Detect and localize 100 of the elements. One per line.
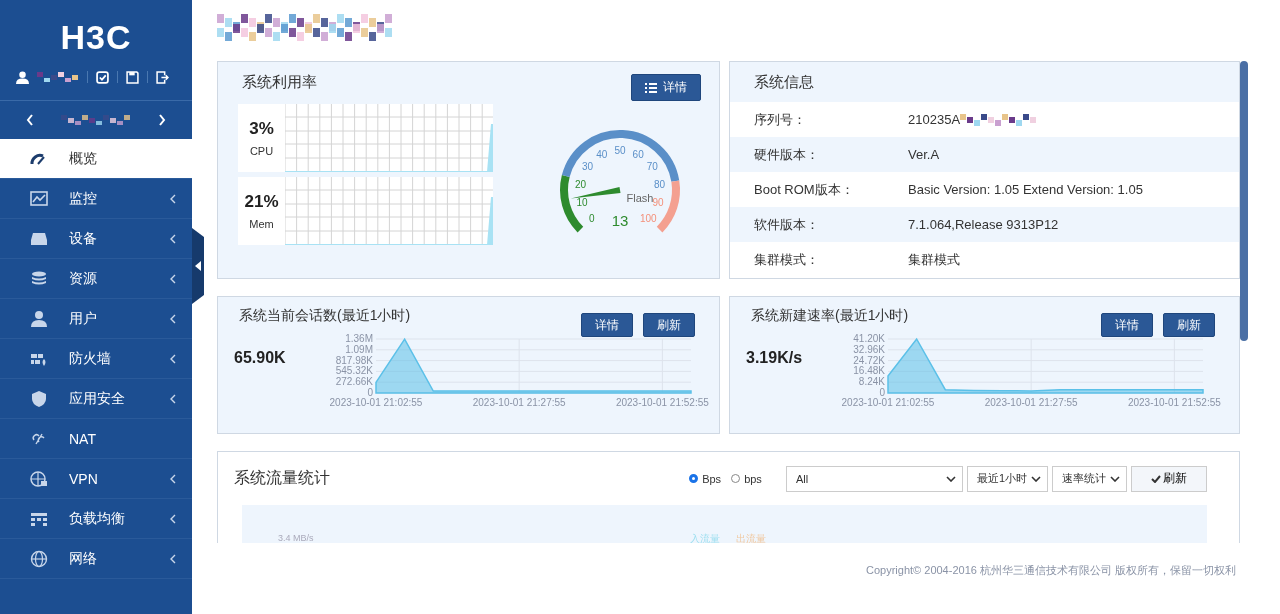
caret-icon xyxy=(1110,475,1120,482)
axis-label: 16.48K xyxy=(853,365,885,377)
nav-item[interactable]: 用户 xyxy=(0,299,192,339)
shield-icon xyxy=(30,389,48,408)
axis-label: 32.96K xyxy=(853,343,885,355)
usage-value: 3% xyxy=(249,119,274,139)
legend-item: 出流量 xyxy=(736,532,766,543)
gauge-needle xyxy=(570,187,621,199)
previous-icon[interactable] xyxy=(26,114,34,126)
panel-title: 系统流量统计 xyxy=(234,468,330,488)
info-label: 软件版本： xyxy=(754,215,820,234)
axis-label: 2023-10-01 21:27:55 xyxy=(472,397,566,408)
radio-button[interactable] xyxy=(689,474,699,483)
gauge-scale-label: 70 xyxy=(646,161,658,173)
chevron-icon xyxy=(170,313,176,324)
dropdown[interactable]: 最近1小时 xyxy=(966,465,1048,492)
info-value: Ver.A xyxy=(908,147,940,162)
axis-label: 2023-10-01 21:02:55 xyxy=(329,397,423,408)
check-icon xyxy=(1151,474,1161,483)
user-icon xyxy=(30,309,48,328)
nav-item[interactable]: 监控 xyxy=(0,179,192,219)
nav-item[interactable]: 防火墙 xyxy=(0,339,192,379)
copyright-text: Copyright© 2004-2016 杭州华三通信技术有限公司 版权所有，保留一切权利 xyxy=(865,563,1237,578)
nav-item[interactable]: 负载均衡 xyxy=(0,499,192,539)
info-label: Boot ROM版本： xyxy=(754,180,855,199)
collapse-icon xyxy=(195,261,201,271)
caret-icon xyxy=(1031,475,1041,482)
chevron-icon xyxy=(170,473,176,484)
collapse-handle[interactable] xyxy=(192,228,204,304)
radio-label: Bps xyxy=(702,472,722,485)
check-icon[interactable] xyxy=(96,70,109,84)
usage-value: 21% xyxy=(244,192,279,212)
axis-label: 545.32K xyxy=(335,365,373,377)
logo: H3C xyxy=(59,17,133,58)
info-value: 210235A xyxy=(908,112,961,127)
axis-label: 2023-10-01 21:27:55 xyxy=(984,397,1078,408)
axis-label: 3.4 MB/s xyxy=(278,533,314,543)
nav-item[interactable]: VPN xyxy=(0,459,192,499)
details-button[interactable]: 详情 xyxy=(631,74,701,101)
next-icon[interactable] xyxy=(158,114,166,126)
radio-button[interactable] xyxy=(731,474,741,483)
panel-title: 系统新建速率(最近1小时) xyxy=(751,307,909,325)
chevron-icon xyxy=(170,393,176,404)
chevron-icon xyxy=(170,193,176,204)
list-icon xyxy=(645,82,657,93)
globe-icon xyxy=(30,469,48,488)
chevron-icon xyxy=(170,513,176,524)
nav-item[interactable]: 设备 xyxy=(0,219,192,259)
axis-label: 1.09M xyxy=(345,343,373,355)
scrollbar-thumb[interactable] xyxy=(1240,61,1248,341)
nav-item[interactable]: 应用安全 xyxy=(0,379,192,419)
info-value: 集群模式 xyxy=(908,250,960,269)
info-label: 集群模式： xyxy=(754,250,820,269)
chevron-icon xyxy=(170,233,176,244)
chevron-icon xyxy=(170,553,176,564)
gauge-scale-label: 80 xyxy=(653,178,666,190)
usage-label: Mem xyxy=(249,218,274,230)
info-value: Basic Version: 1.05 Extend Version: 1.05 xyxy=(908,182,1143,197)
refresh-button[interactable]: 刷新 xyxy=(1131,465,1207,492)
save-icon[interactable] xyxy=(126,70,139,84)
dropdown[interactable]: All xyxy=(785,465,963,492)
axis-label: 1.36M xyxy=(345,333,373,344)
axis-label: 0 xyxy=(367,387,373,398)
nav-item[interactable]: NAT xyxy=(0,419,192,459)
panel-button[interactable]: 详情 xyxy=(1101,313,1153,337)
legend-item: 入流量 xyxy=(690,532,720,543)
info-label: 硬件版本： xyxy=(754,145,820,164)
user-icon xyxy=(16,70,29,84)
axis-label: 24.72K xyxy=(853,354,885,366)
axis-label: 0 xyxy=(879,387,885,398)
usage-label: CPU xyxy=(249,145,274,157)
redacted-text xyxy=(37,72,79,82)
gauge-scale-label: 40 xyxy=(596,149,608,161)
panel-button[interactable]: 详情 xyxy=(581,313,633,337)
axis-label: 8.24K xyxy=(858,376,885,388)
panel-button[interactable]: 刷新 xyxy=(643,313,695,337)
redacted-text xyxy=(61,115,131,125)
panel-title: 系统利用率 xyxy=(242,73,317,92)
axis-label: 2023-10-01 21:52:55 xyxy=(1127,397,1221,408)
dropdown[interactable]: 速率统计 xyxy=(1052,465,1127,492)
current-value: 65.90K xyxy=(234,349,287,367)
gauge-scale-label: 20 xyxy=(574,178,587,190)
caret-icon xyxy=(945,475,956,482)
logout-icon[interactable] xyxy=(156,70,169,84)
gauge-scale-label: 30 xyxy=(582,161,594,173)
gauge-scale-label: 60 xyxy=(632,149,644,161)
gauge-scale-label: 90 xyxy=(652,197,664,209)
gauge-scale-label: 0 xyxy=(588,213,595,225)
nav-item[interactable]: 网络 xyxy=(0,539,192,579)
info-value: 7.1.064,Release 9313P12 xyxy=(908,217,1059,232)
chevron-icon xyxy=(170,353,176,364)
panel-title: 系统信息 xyxy=(730,62,1239,102)
panel-button[interactable]: 刷新 xyxy=(1163,313,1215,337)
gauge-label: Flash xyxy=(626,192,654,204)
nav-item[interactable]: 概览 xyxy=(0,139,192,179)
axis-label: 41.20K xyxy=(853,333,885,344)
axis-label: 817.98K xyxy=(335,354,373,366)
info-label: 序列号： xyxy=(754,110,807,129)
gauge-scale-label: 10 xyxy=(576,197,588,209)
gauge-value: 13 xyxy=(611,212,629,229)
